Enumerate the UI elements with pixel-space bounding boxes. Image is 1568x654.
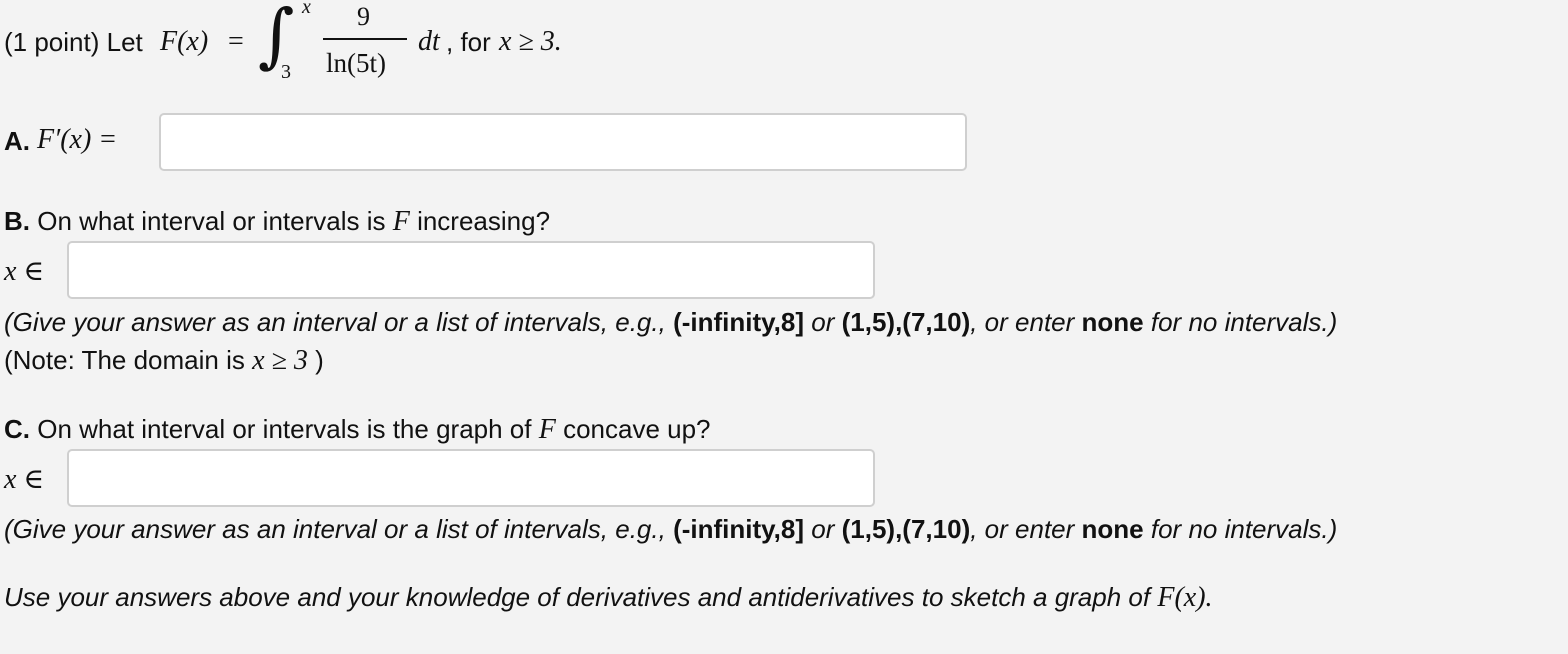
hint-close: for no intervals.) <box>1150 514 1338 544</box>
hint-none: none <box>1081 514 1144 544</box>
hint-mid: , or enter <box>970 514 1075 544</box>
hint-or: or <box>811 514 835 544</box>
part-b-function: F <box>392 206 410 237</box>
part-c-answer-input[interactable] <box>67 449 875 507</box>
part-c-label: C. <box>4 414 30 444</box>
hint-text: (Give your answer as an interval or a li… <box>4 307 666 337</box>
hint-text: (Give your answer as an interval or a li… <box>4 514 666 544</box>
part-c-question-end: concave up? <box>563 414 711 444</box>
hint-close: for no intervals.) <box>1150 307 1338 337</box>
hint-mid: , or enter <box>970 307 1075 337</box>
domain-condition: x ≥ 3. <box>499 26 562 57</box>
function-name: F(x) <box>160 26 209 57</box>
fraction-bar <box>323 38 407 40</box>
hint-or: or <box>811 307 835 337</box>
hint-example-1: (-infinity,8] <box>673 307 805 337</box>
part-b-question: B. On what interval or intervals is F in… <box>4 206 550 237</box>
part-b-label: B. <box>4 206 30 236</box>
part-b-question-end: increasing? <box>417 206 551 236</box>
hint-example-1: (-infinity,8] <box>673 514 805 544</box>
part-c-question: C. On what interval or intervals is the … <box>4 414 711 445</box>
hint-example-2: (1,5),(7,10) <box>841 514 971 544</box>
sketch-text: Use your answers above and your knowledg… <box>4 582 1151 612</box>
part-b-answer-input[interactable] <box>67 241 875 299</box>
points-label: (1 point) Let <box>4 27 143 57</box>
note-text: (Note: The domain is <box>4 345 245 375</box>
note-close: ) <box>315 345 324 375</box>
for-text: , for <box>446 27 491 57</box>
fraction-denominator: ln(5t) <box>326 48 386 78</box>
integral-sign: ∫ <box>258 0 295 76</box>
part-c-x-in: x ∈ <box>4 464 45 495</box>
part-b-x-in: x ∈ <box>4 256 45 287</box>
part-a-answer-input[interactable] <box>159 113 967 171</box>
fraction-numerator: 9 <box>357 2 370 31</box>
hint-example-2: (1,5),(7,10) <box>841 307 971 337</box>
part-a-label: A. <box>4 126 30 156</box>
lower-limit: 3 <box>281 61 291 83</box>
sketch-math: F(x). <box>1157 582 1213 613</box>
part-b-question-text: On what interval or intervals is <box>37 206 386 236</box>
part-c-question-text: On what interval or intervals is the gra… <box>37 414 532 444</box>
part-b-hint: (Give your answer as an interval or a li… <box>4 307 1337 337</box>
differential: dt <box>418 26 440 57</box>
equals-sign: = <box>228 26 244 57</box>
hint-none: none <box>1081 307 1144 337</box>
sketch-instruction: Use your answers above and your knowledg… <box>4 582 1213 613</box>
domain-note: (Note: The domain is x ≥ 3 ) <box>4 345 324 376</box>
part-a-expression: F′(x) = <box>37 124 118 155</box>
note-math: x ≥ 3 <box>252 345 308 376</box>
upper-limit: x <box>302 0 311 18</box>
part-c-hint: (Give your answer as an interval or a li… <box>4 514 1337 544</box>
part-c-function: F <box>538 414 556 445</box>
